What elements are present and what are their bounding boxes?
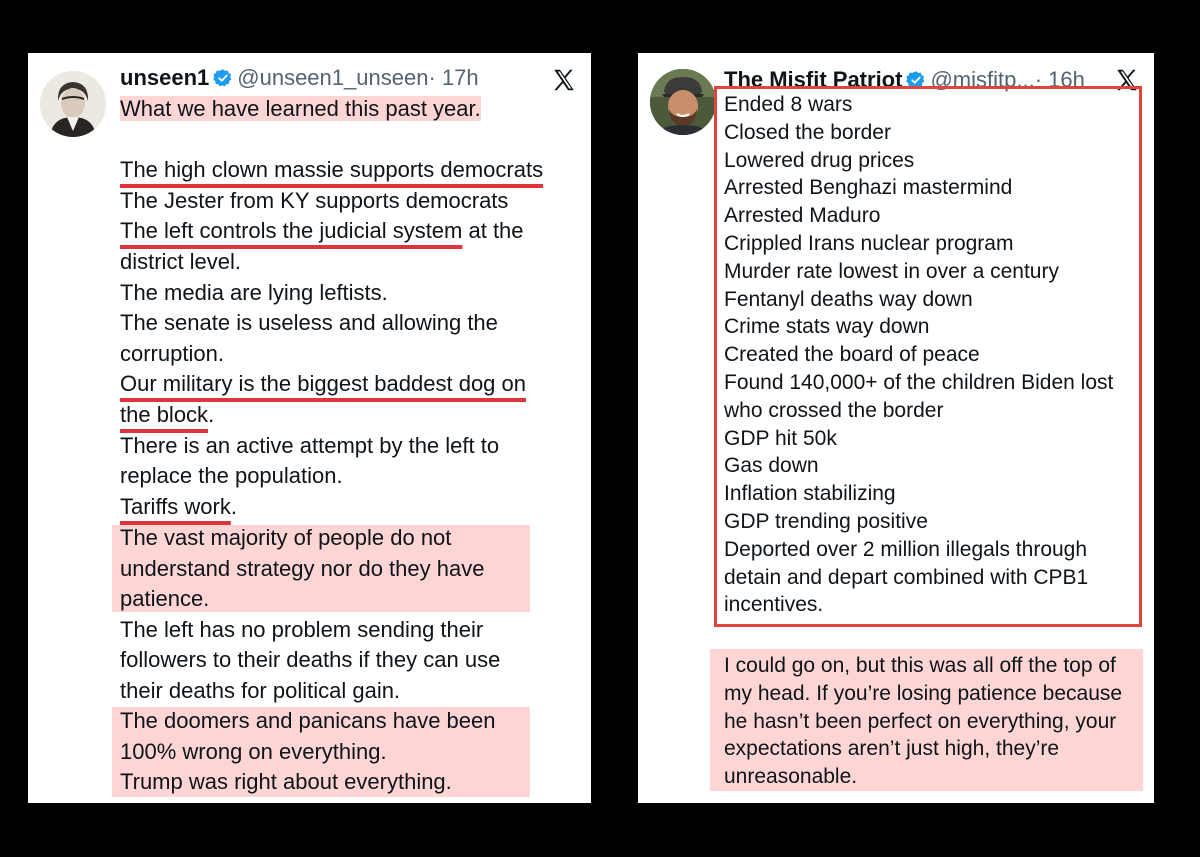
tweet-line: Found 140,000+ of the children Biden los… (724, 370, 1114, 394)
tweet-line: . (230, 493, 237, 519)
highlighted-line: unreasonable. (724, 765, 858, 789)
tweet-line: district level. (120, 248, 242, 274)
tweet-line: Crippled Irans nuclear program (724, 231, 1014, 255)
verified-badge-icon (213, 69, 232, 87)
highlighted-line: What we have learned this past year. (120, 96, 481, 121)
tweet-line: Gas down (724, 454, 819, 478)
x-logo-icon (554, 69, 574, 91)
highlighted-line: The vast majority of people do not (120, 525, 452, 550)
tweet-line: There is an active attempt by the left t… (120, 432, 500, 458)
tweet-line: Ended 8 wars (724, 93, 853, 116)
tweet-line: The Jester from KY supports democrats (120, 187, 509, 213)
tweet-line: Closed the border (724, 120, 891, 144)
tweet-line: . (208, 401, 215, 427)
highlighted-line: Trump was right about everything. (120, 769, 452, 795)
tweet-line: who crossed the border (724, 398, 944, 422)
tweet-line: Crime stats way down (724, 315, 930, 339)
tweet-line: incentives. (724, 593, 824, 617)
tweet-line: GDP hit 50k (724, 426, 837, 450)
tweet-line: The senate is useless and allowing the (120, 310, 498, 336)
left-timestamp[interactable]: · 17h (428, 65, 478, 90)
left-avatar[interactable] (40, 71, 106, 137)
left-tweet-text-part3: The doomers and panicans have been 100% … (120, 706, 580, 798)
tweet-line: The media are lying leftists. (120, 279, 388, 305)
underlined-line: the block (120, 401, 209, 427)
tweet-line: their deaths for political gain. (120, 677, 401, 703)
left-tweet-card: unseen1 @unseen1_unseen· 17h What we have… (28, 53, 591, 803)
right-tweet-card: The Misfit Patriot @misfitp...· 16h Ended… (638, 53, 1154, 803)
tweet-line: Inflation stabilizing (724, 482, 896, 506)
right-avatar[interactable] (650, 69, 716, 135)
highlighted-line: he hasn’t been perfect on everything, yo… (724, 709, 1117, 733)
highlighted-line: my head. If you’re losing patience becau… (724, 681, 1123, 705)
tweet-line: replace the population. (120, 463, 343, 489)
left-tweet-header: unseen1 @unseen1_unseen· 17h (120, 65, 479, 91)
highlighted-line: patience. (120, 586, 210, 612)
tweet-line: corruption. (120, 340, 224, 366)
left-tweet-text: What we have learned this past year. The… (120, 94, 580, 522)
tweet-line: Lowered drug prices (724, 148, 915, 172)
left-handle[interactable]: @unseen1_unseen (237, 65, 428, 90)
underlined-line: The left controls the judicial system (120, 218, 463, 244)
tweet-line: detain and depart combined with CPB1 (724, 565, 1089, 589)
right-tweet-text: Ended 8 wars Closed the border Lowered d… (724, 91, 1144, 619)
tweet-line: Murder rate lowest in over a century (724, 259, 1059, 283)
underlined-line: Our military is the biggest baddest dog … (120, 371, 527, 397)
tweet-line: Fentanyl deaths way down (724, 287, 973, 311)
highlighted-line: 100% wrong on everything. (120, 738, 387, 764)
tweet-line: Arrested Benghazi mastermind (724, 176, 1013, 200)
highlighted-line: I could go on, but this was all off the … (724, 654, 1116, 677)
left-display-name[interactable]: unseen1 (120, 65, 209, 90)
highlighted-line: expectations aren’t just high, they’re (724, 737, 1060, 761)
tweet-line: Created the board of peace (724, 343, 980, 367)
highlighted-line: understand strategy nor do they have (120, 555, 485, 581)
tweet-line: Deported over 2 million illegals through (724, 537, 1088, 561)
underlined-line: The high clown massie supports democrats (120, 157, 544, 183)
highlighted-line: The doomers and panicans have been (120, 708, 496, 733)
tweet-line: GDP trending positive (724, 509, 928, 533)
tweet-line: followers to their deaths if they can us… (120, 647, 501, 673)
tweet-line: Arrested Maduro (724, 204, 881, 228)
portrait-avatar-image (40, 71, 106, 137)
profile-photo-avatar-image (650, 69, 716, 135)
tweet-line: at the (462, 218, 524, 244)
closing-text: I could go on, but this was all off the … (724, 652, 1122, 791)
tweet-line: The left has no problem sending their (120, 616, 484, 642)
left-tweet-text-part2: The vast majority of people do not under… (120, 523, 580, 707)
underlined-line: Tariffs work (120, 493, 231, 519)
